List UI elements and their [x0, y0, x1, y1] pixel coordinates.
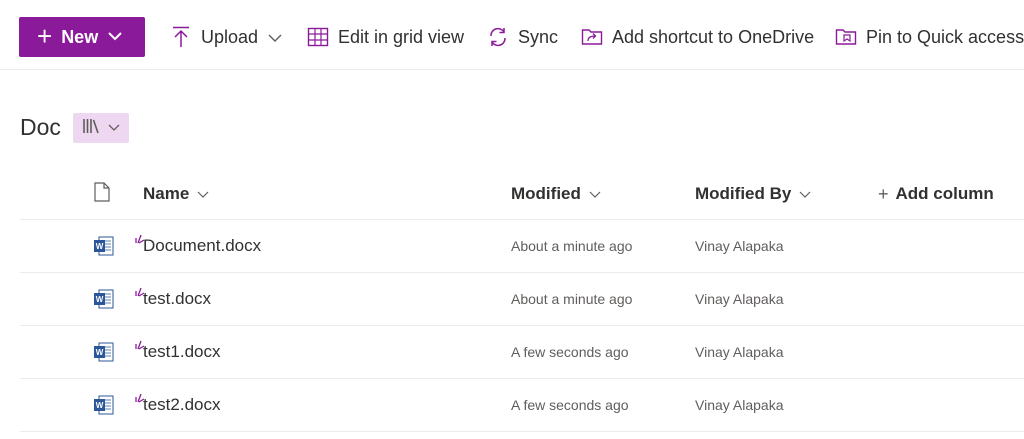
sync-button[interactable]: Sync: [487, 18, 558, 56]
list-header: Name Modified Modified By + Add column: [20, 168, 1024, 220]
command-bar: + New Upload Edit in grid view Sync Add …: [0, 0, 1024, 70]
modified-column-header[interactable]: Modified: [511, 168, 601, 220]
file-name[interactable]: test.docx: [143, 273, 211, 325]
library-view-switcher[interactable]: [73, 113, 129, 143]
chevron-down-icon: [197, 184, 209, 204]
modified-column-label: Modified: [511, 184, 581, 203]
edit-grid-view-label: Edit in grid view: [338, 26, 465, 47]
word-file-icon: W: [93, 273, 115, 325]
svg-text:W: W: [96, 401, 104, 410]
new-button-label: New: [61, 26, 99, 47]
chevron-down-icon: [108, 119, 120, 137]
upload-icon: [170, 26, 192, 48]
pin-quick-access-label: Pin to Quick access: [866, 26, 1024, 47]
svg-text:W: W: [96, 242, 104, 251]
file-modified: A few seconds ago: [511, 344, 629, 360]
shortcut-icon: [581, 26, 603, 48]
table-row[interactable]: W Document.docx About a minute ago Vinay…: [20, 220, 1024, 273]
modified-by-column-label: Modified By: [695, 184, 792, 203]
document-list: Name Modified Modified By + Add column W: [20, 168, 1024, 432]
file-name[interactable]: test2.docx: [143, 379, 221, 431]
table-row[interactable]: W test2.docx A few seconds ago Vinay Ala…: [20, 379, 1024, 432]
file-modified-by: Vinay Alapaka: [695, 238, 784, 254]
plus-icon: +: [878, 183, 889, 204]
add-shortcut-label: Add shortcut to OneDrive: [612, 26, 815, 47]
file-modified-by: Vinay Alapaka: [695, 397, 784, 413]
file-name[interactable]: test1.docx: [143, 326, 221, 378]
table-row[interactable]: W test1.docx A few seconds ago Vinay Ala…: [20, 326, 1024, 379]
sync-label: Sync: [518, 26, 559, 47]
pin-quick-access-button[interactable]: Pin to Quick access: [835, 18, 1024, 56]
file-modified-by: Vinay Alapaka: [695, 291, 784, 307]
file-modified: About a minute ago: [511, 291, 633, 307]
table-row[interactable]: W test.docx About a minute ago Vinay Ala…: [20, 273, 1024, 326]
file-modified: About a minute ago: [511, 238, 633, 254]
word-file-icon: W: [93, 220, 115, 272]
new-button[interactable]: + New: [19, 17, 145, 57]
file-type-column-header[interactable]: [94, 168, 110, 220]
chevron-down-icon: [108, 28, 122, 46]
chevron-down-icon: [589, 184, 601, 204]
name-column-header[interactable]: Name: [143, 168, 209, 220]
word-file-icon: W: [93, 326, 115, 378]
chevron-down-icon: [268, 27, 282, 48]
svg-text:W: W: [96, 295, 104, 304]
svg-text:W: W: [96, 348, 104, 357]
plus-icon: +: [37, 21, 53, 51]
document-icon: [94, 181, 110, 207]
add-column-button[interactable]: + Add column: [878, 168, 994, 220]
file-modified: A few seconds ago: [511, 397, 629, 413]
add-column-label: Add column: [895, 184, 994, 203]
sync-icon: [487, 26, 509, 48]
grid-icon: [307, 26, 329, 48]
pin-icon: [835, 26, 857, 48]
edit-grid-view-button[interactable]: Edit in grid view: [307, 18, 464, 56]
word-file-icon: W: [93, 379, 115, 431]
upload-button[interactable]: Upload: [170, 18, 282, 56]
add-shortcut-button[interactable]: Add shortcut to OneDrive: [581, 18, 814, 56]
library-books-icon: [82, 118, 102, 139]
file-modified-by: Vinay Alapaka: [695, 344, 784, 360]
library-title: Doc: [20, 114, 61, 140]
file-name[interactable]: Document.docx: [143, 220, 261, 272]
chevron-down-icon: [799, 184, 811, 204]
upload-label: Upload: [201, 26, 259, 47]
name-column-label: Name: [143, 184, 190, 203]
modified-by-column-header[interactable]: Modified By: [695, 168, 811, 220]
